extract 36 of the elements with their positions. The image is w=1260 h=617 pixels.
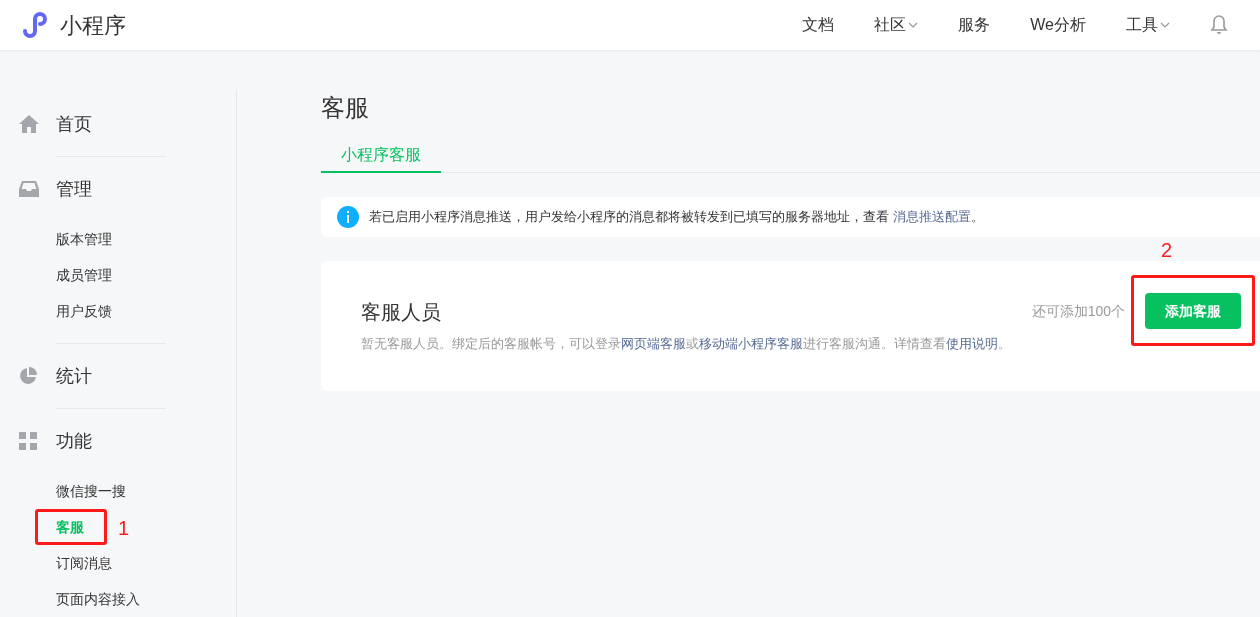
nav-link[interactable]: 文档 (802, 13, 835, 37)
inbox-icon (19, 181, 39, 197)
chevron-down-icon (908, 22, 919, 28)
sidebar-section[interactable]: 管理 (0, 171, 236, 207)
card-title: 客服人员 (361, 300, 442, 326)
config-link[interactable]: 消息推送配置 (892, 209, 971, 225)
annotation-number: 1 (118, 516, 130, 541)
pie-chart-icon (19, 367, 37, 385)
nav-link[interactable]: We分析 (1030, 13, 1086, 37)
help-link[interactable]: 使用说明 (946, 336, 998, 352)
help-link[interactable]: 移动端小程序客服 (699, 336, 803, 352)
logo-text: 小程序 (60, 11, 126, 40)
sidebar-section[interactable]: 首页 (0, 106, 236, 142)
quota-text: 还可添加100个 (1031, 301, 1125, 321)
notice-text: 若已启用小程序消息推送，用户发给小程序的消息都将被转发到已填写的服务器地址，查看 消息推送配置。 (369, 208, 984, 227)
sidebar-section[interactable]: 统计 (0, 358, 236, 394)
sidebar-item[interactable]: 版本管理 (56, 228, 112, 250)
annotation-number: 2 (1161, 238, 1173, 263)
info-icon (337, 206, 359, 228)
page-title: 客服 (321, 93, 370, 123)
annotation-box (35, 509, 107, 545)
help-link[interactable]: 网页端客服 (621, 336, 686, 352)
bell-icon[interactable] (1210, 15, 1228, 35)
sidebar-item[interactable]: 微信搜一搜 (56, 480, 126, 502)
sidebar-item[interactable]: 订阅消息 (56, 552, 112, 574)
sidebar-item[interactable]: 成员管理 (56, 264, 112, 286)
grid-icon (19, 432, 37, 450)
card-description: 暂无客服人员。绑定后的客服帐号，可以登录网页端客服或移动端小程序客服进行客服沟通。详情查看使用说明。 (361, 335, 1012, 354)
sidebar-item[interactable]: 页面内容接入 (56, 588, 140, 610)
home-icon (19, 115, 39, 133)
nav-link[interactable]: 服务 (958, 13, 991, 37)
sidebar-section[interactable]: 功能 (0, 423, 236, 459)
nav-link[interactable]: 工具 (1126, 13, 1170, 37)
chevron-down-icon (1160, 22, 1170, 28)
nav-link[interactable]: 社区 (874, 13, 919, 37)
sidebar-item[interactable]: 用户反馈 (56, 300, 112, 322)
